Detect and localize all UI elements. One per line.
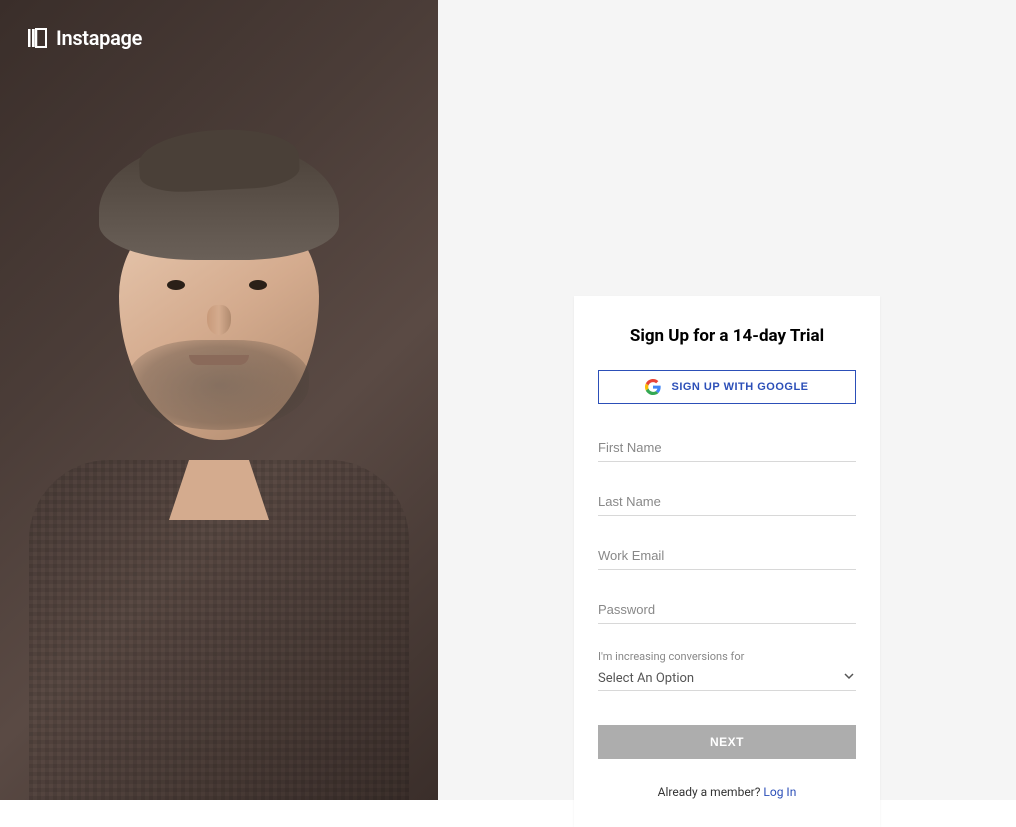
- signup-card: Sign Up for a 14-day Trial SIGN UP WITH …: [574, 296, 880, 827]
- signup-google-button[interactable]: SIGN UP WITH GOOGLE: [598, 370, 856, 404]
- conversions-select[interactable]: Select An Option: [598, 667, 856, 691]
- chevron-down-icon: [844, 671, 854, 681]
- instapage-icon: [28, 27, 50, 49]
- brand-logo: Instapage: [28, 26, 142, 50]
- hero-panel: Instapage: [0, 0, 438, 800]
- google-button-label: SIGN UP WITH GOOGLE: [671, 381, 808, 393]
- hero-image: [0, 60, 438, 800]
- signup-title: Sign Up for a 14-day Trial: [598, 326, 856, 346]
- conversions-select-value: Select An Option: [598, 671, 694, 686]
- last-name-input[interactable]: [598, 488, 856, 516]
- work-email-input[interactable]: [598, 542, 856, 570]
- member-prompt: Already a member? Log In: [598, 785, 856, 799]
- conversions-select-label: I'm increasing conversions for: [598, 650, 856, 663]
- password-input[interactable]: [598, 596, 856, 624]
- next-button[interactable]: NEXT: [598, 725, 856, 759]
- form-panel: Sign Up for a 14-day Trial SIGN UP WITH …: [438, 0, 1016, 800]
- login-link[interactable]: Log In: [763, 785, 796, 799]
- brand-name: Instapage: [56, 26, 142, 50]
- google-icon: [645, 379, 661, 395]
- member-prompt-text: Already a member?: [658, 785, 764, 799]
- first-name-input[interactable]: [598, 434, 856, 462]
